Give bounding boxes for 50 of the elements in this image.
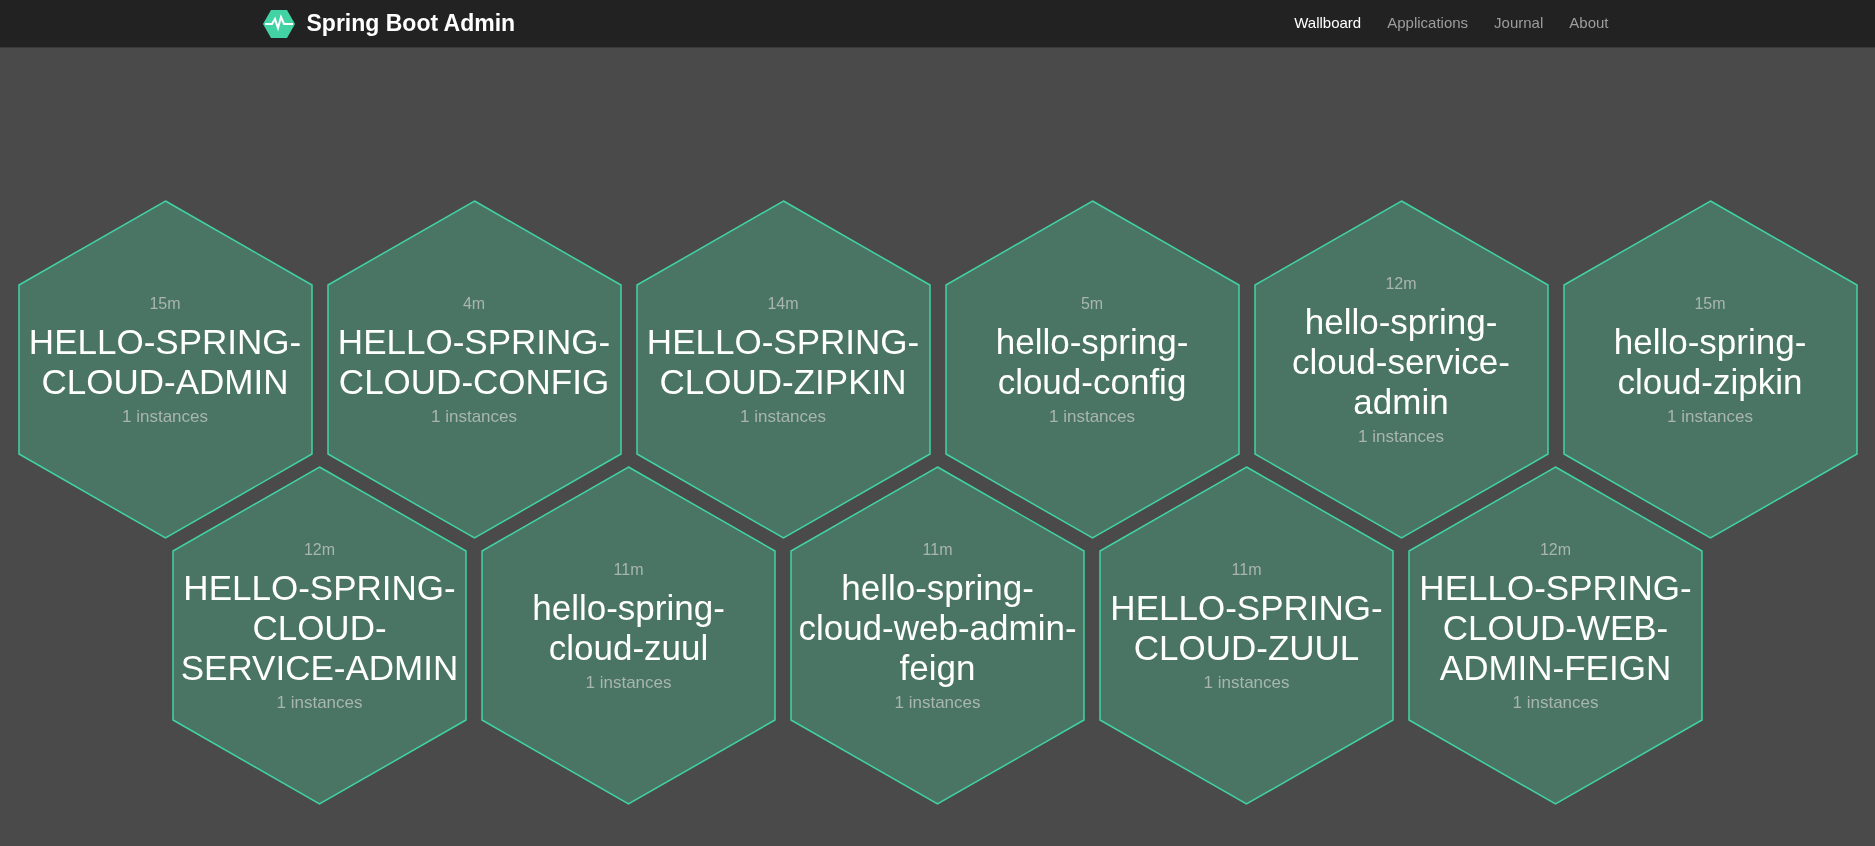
hexagon-tile[interactable] <box>17 200 313 539</box>
application-name: hello-spring-cloud-service-admin <box>1291 301 1511 422</box>
uptime-label: 14m <box>767 293 799 314</box>
application-name: HELLO-SPRING-CLOUD-ZUUL <box>1109 587 1384 668</box>
brand-title[interactable]: Spring Boot Admin <box>306 6 516 41</box>
instances-count: 1 instances <box>585 671 672 694</box>
application-name: hello-spring-cloud-config <box>994 321 1190 402</box>
hexagon-tile[interactable] <box>1562 200 1858 539</box>
hexagon-tile[interactable] <box>481 466 776 805</box>
instances-count: 1 instances <box>1358 425 1444 448</box>
uptime-label: 15m <box>149 293 181 314</box>
instances-count: 1 instances <box>894 691 981 714</box>
uptime-label: 12m <box>303 539 336 560</box>
application-name: hello-spring-cloud-zipkin <box>1612 321 1808 402</box>
hexagon-tile[interactable] <box>790 466 1085 805</box>
hexagon-tile[interactable] <box>326 200 622 539</box>
application-name: HELLO-SPRING-CLOUD-ZIPKIN <box>645 321 921 402</box>
instances-count: 1 instances <box>1512 691 1599 714</box>
nav-link[interactable]: About <box>1569 12 1609 35</box>
instances-count: 1 instances <box>740 405 826 428</box>
instances-count: 1 instances <box>1049 405 1135 428</box>
instances-count: 1 instances <box>1203 671 1290 694</box>
uptime-label: 15m <box>1694 293 1726 314</box>
uptime-label: 12m <box>1539 539 1572 560</box>
application-name: HELLO-SPRING-CLOUD-CONFIG <box>336 321 612 402</box>
instances-count: 1 instances <box>122 405 208 428</box>
hexagon-tile[interactable] <box>1408 466 1703 805</box>
hexagon-tile[interactable] <box>944 200 1240 539</box>
uptime-label: 5m <box>1080 293 1104 314</box>
application-name: hello-spring-cloud-zuul <box>531 587 726 668</box>
application-name: HELLO-SPRING-CLOUD-SERVICE-ADMIN <box>179 567 460 688</box>
uptime-label: 12m <box>1385 273 1417 294</box>
hexagon-tile[interactable] <box>1253 200 1549 539</box>
nav-link[interactable]: Wallboard <box>1294 12 1362 35</box>
instances-count: 1 instances <box>276 691 363 714</box>
application-name: hello-spring-cloud-web-admin-feign <box>797 567 1078 688</box>
application-name: HELLO-SPRING-CLOUD-ADMIN <box>27 321 303 402</box>
nav-link[interactable]: Applications <box>1387 12 1469 35</box>
hexagon-tile[interactable] <box>1099 466 1394 805</box>
hexagon-tile[interactable] <box>635 200 931 539</box>
uptime-label: 11m <box>922 539 953 560</box>
uptime-label: 11m <box>613 559 644 580</box>
instances-count: 1 instances <box>431 405 517 428</box>
hexagon-tile[interactable] <box>172 466 467 805</box>
application-name: HELLO-SPRING-CLOUD-WEB-ADMIN-FEIGN <box>1418 567 1693 688</box>
instances-count: 1 instances <box>1667 405 1753 428</box>
uptime-label: 4m <box>462 293 486 314</box>
nav-link[interactable]: Journal <box>1494 12 1544 35</box>
logo-icon <box>262 9 295 38</box>
uptime-label: 11m <box>1231 559 1262 580</box>
